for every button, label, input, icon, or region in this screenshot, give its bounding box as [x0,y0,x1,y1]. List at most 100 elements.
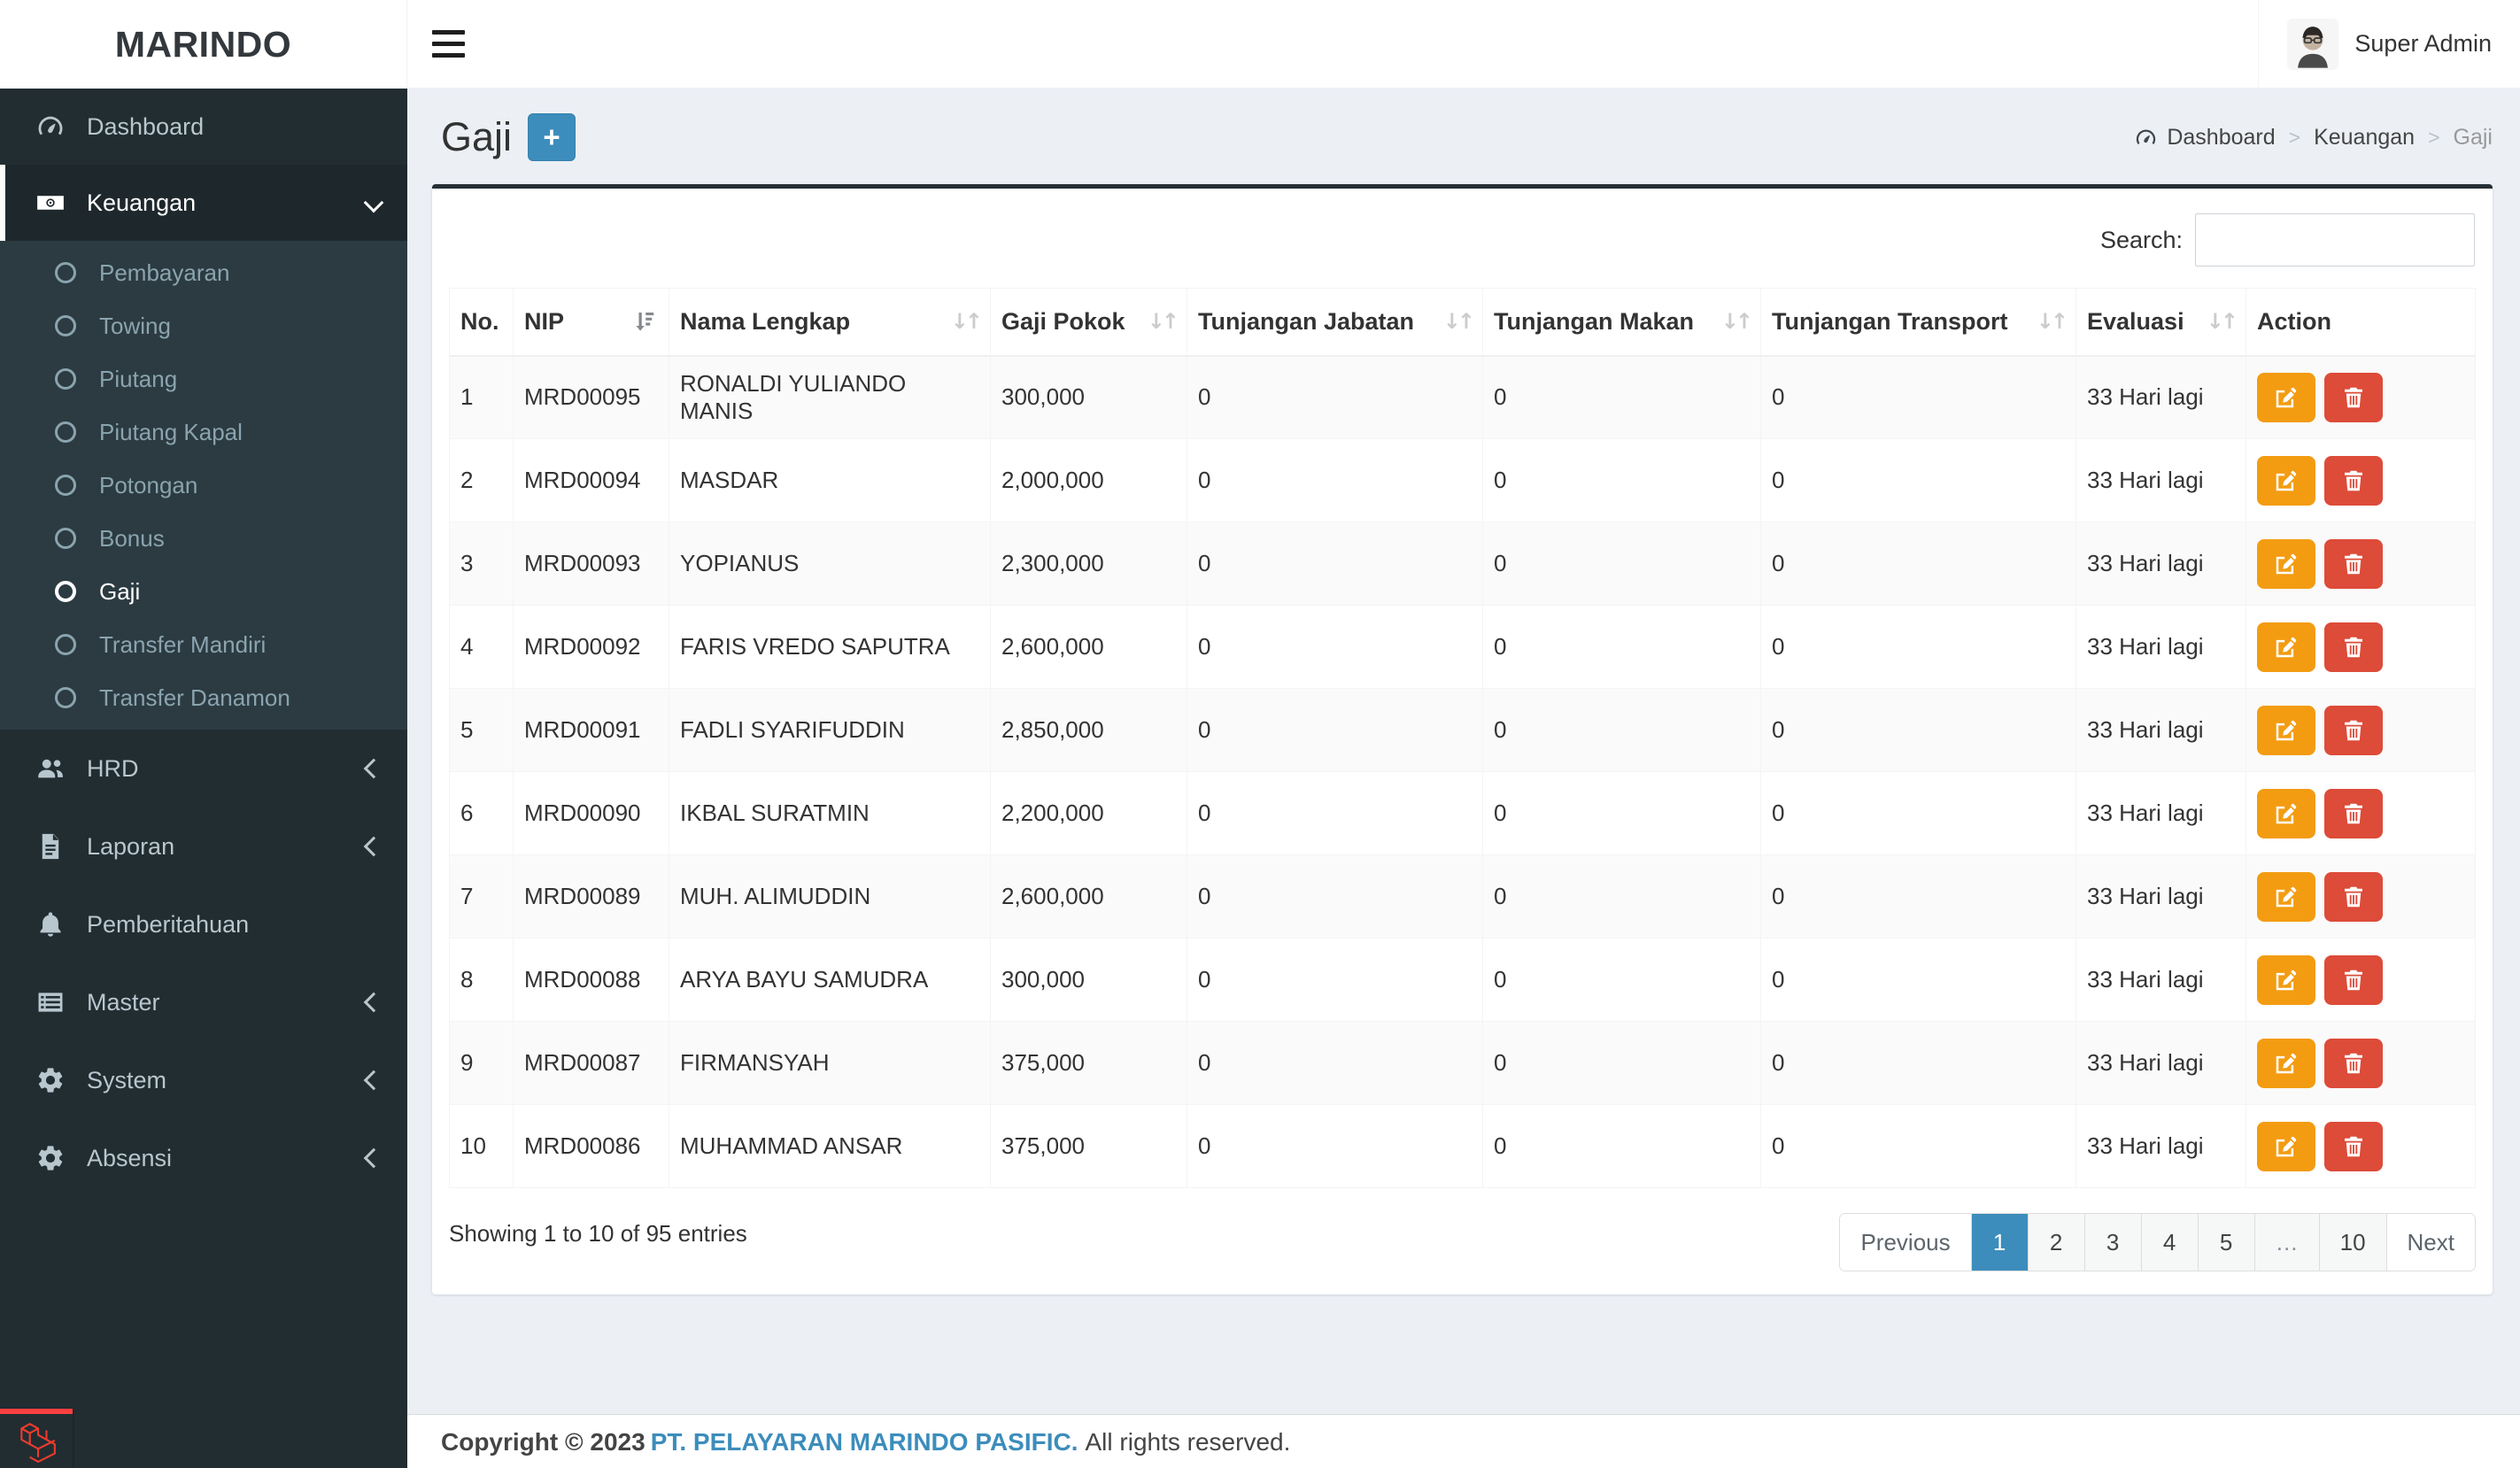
edit-button[interactable] [2257,372,2315,422]
table-row: 9 MRD00087 FIRMANSYAH 375,000 0 0 0 33 H… [449,1021,2476,1105]
gear-icon [38,1146,63,1171]
circle-icon [55,687,76,708]
sidebar-item-label: Pemberitahuan [87,910,250,938]
sidebar-subitem-transfer-mandiri[interactable]: Transfer Mandiri [0,618,407,671]
delete-button[interactable] [2324,538,2383,589]
sidebar-subitem-pembayaran[interactable]: Pembayaran [0,246,407,299]
header-tunjangan-transport[interactable]: Tunjangan Transport ↓↑ [1760,288,2076,357]
content: Gaji + Dashboard > Keuangan > Gaji Searc… [407,89,2520,1414]
sidebar-subitem-piutang-kapal[interactable]: Piutang Kapal [0,406,407,459]
gauge-icon [2137,129,2156,144]
header-evaluasi[interactable]: Evaluasi ↓↑ [2076,288,2246,357]
edit-button[interactable] [2257,954,2315,1005]
header-action: Action [2246,288,2476,357]
edit-button[interactable] [2257,1038,2315,1088]
delete-button[interactable] [2324,871,2383,922]
hamburger-icon [432,30,465,35]
sidebar-subitem-towing[interactable]: Towing [0,299,407,352]
sidebar-toggle-button[interactable] [407,0,489,89]
circle-icon [55,315,76,336]
sort-icon: ↓↑ [950,309,983,335]
user-menu[interactable]: Super Admin [2258,0,2520,88]
sidebar-subitem-bonus[interactable]: Bonus [0,512,407,565]
delete-button[interactable] [2324,372,2383,422]
trash-icon [2345,387,2362,407]
sidebar-item-label: HRD [87,754,139,782]
sidebar-item-pemberitahuan[interactable]: Pemberitahuan [0,885,407,963]
circle-icon [55,262,76,283]
pagination-next[interactable]: Next [2385,1214,2475,1271]
edit-button[interactable] [2257,455,2315,506]
sidebar-subitem-transfer-danamon[interactable]: Transfer Danamon [0,671,407,724]
breadcrumb-separator: > [2288,125,2301,149]
table-row: 3 MRD00093 YOPIANUS 2,300,000 0 0 0 33 H… [449,522,2476,606]
laravel-logo-icon [20,1422,56,1463]
sidebar-item-system[interactable]: System [0,1041,407,1119]
gauge-icon [38,116,63,135]
sidebar-item-laporan[interactable]: Laporan [0,807,407,885]
sidebar-item-absensi[interactable]: Absensi [0,1119,407,1197]
edit-button[interactable] [2257,622,2315,672]
circle-icon [55,581,76,602]
breadcrumb-dashboard[interactable]: Dashboard [2134,125,2276,151]
edit-button[interactable] [2257,788,2315,838]
gaji-card: Search: No. NIP Nama Lengkap ↓↑ Gaji Pok… [432,184,2493,1294]
table-row: 4 MRD00092 FARIS VREDO SAPUTRA 2,600,000… [449,605,2476,689]
sidebar-subitem-gaji[interactable]: Gaji [0,565,407,618]
pagination-page-4[interactable]: 4 [2140,1214,2198,1271]
pagination-previous[interactable]: Previous [1840,1214,1971,1271]
sidebar-item-hrd[interactable]: HRD [0,730,407,807]
header-tunjangan-makan[interactable]: Tunjangan Makan ↓↑ [1482,288,1761,357]
delete-button[interactable] [2324,954,2383,1005]
sidebar-item-dashboard[interactable]: Dashboard [0,89,407,165]
edit-button[interactable] [2257,705,2315,755]
breadcrumb-separator: > [2428,125,2440,149]
breadcrumb-keuangan[interactable]: Keuangan [2314,125,2415,151]
delete-button[interactable] [2324,622,2383,672]
header-gaji-pokok[interactable]: Gaji Pokok ↓↑ [990,288,1187,357]
sidebar-item-keuangan[interactable]: Keuangan [0,165,407,241]
edit-icon [2276,637,2297,657]
pagination-page-5[interactable]: 5 [2197,1214,2254,1271]
user-name: Super Admin [2354,30,2492,57]
delete-button[interactable] [2324,455,2383,506]
pagination-page-10[interactable]: 10 [2318,1214,2386,1271]
sidebar-item-label: Absensi [87,1144,173,1171]
top-bar: MARINDO Super Admin [0,0,2520,89]
sort-icon: ↓↑ [1720,309,1753,335]
header-tunjangan-jabatan[interactable]: Tunjangan Jabatan ↓↑ [1187,288,1483,357]
add-button[interactable]: + [528,113,576,161]
rights-text: All rights reserved. [1085,1428,1291,1456]
edit-icon [2276,387,2297,407]
file-icon [42,833,59,860]
brand-logo[interactable]: MARINDO [0,0,407,89]
sidebar-subitem-piutang[interactable]: Piutang [0,352,407,406]
pagination: Previous 1 2 3 4 5 … 10 Next [1839,1213,2476,1271]
gear-icon [38,1068,63,1093]
page-title: Gaji [441,114,513,159]
company-link[interactable]: PT. PELAYARAN MARINDO PASIFIC. [651,1428,1078,1456]
delete-button[interactable] [2324,705,2383,755]
delete-button[interactable] [2324,1121,2383,1171]
edit-button[interactable] [2257,1121,2315,1171]
trash-icon [2345,720,2362,740]
delete-button[interactable] [2324,1038,2383,1088]
trash-icon [2345,970,2362,990]
list-icon [38,993,63,1012]
pagination-page-2[interactable]: 2 [2027,1214,2084,1271]
edit-button[interactable] [2257,871,2315,922]
header-nip[interactable]: NIP [513,288,669,357]
pagination-page-3[interactable]: 3 [2083,1214,2141,1271]
chevron-down-icon [363,192,384,213]
sidebar-item-master[interactable]: Master [0,963,407,1041]
delete-button[interactable] [2324,788,2383,838]
edit-button[interactable] [2257,538,2315,589]
sidebar-item-label: Dashboard [87,112,205,140]
pagination-page-1[interactable]: 1 [1970,1214,2028,1271]
circle-icon [55,368,76,390]
header-nama-lengkap[interactable]: Nama Lengkap ↓↑ [669,288,991,357]
sidebar-subitem-potongan[interactable]: Potongan [0,459,407,512]
table-row: 10 MRD00086 MUHAMMAD ANSAR 375,000 0 0 0… [449,1104,2476,1188]
circle-icon [55,475,76,496]
search-input[interactable] [2195,213,2475,267]
